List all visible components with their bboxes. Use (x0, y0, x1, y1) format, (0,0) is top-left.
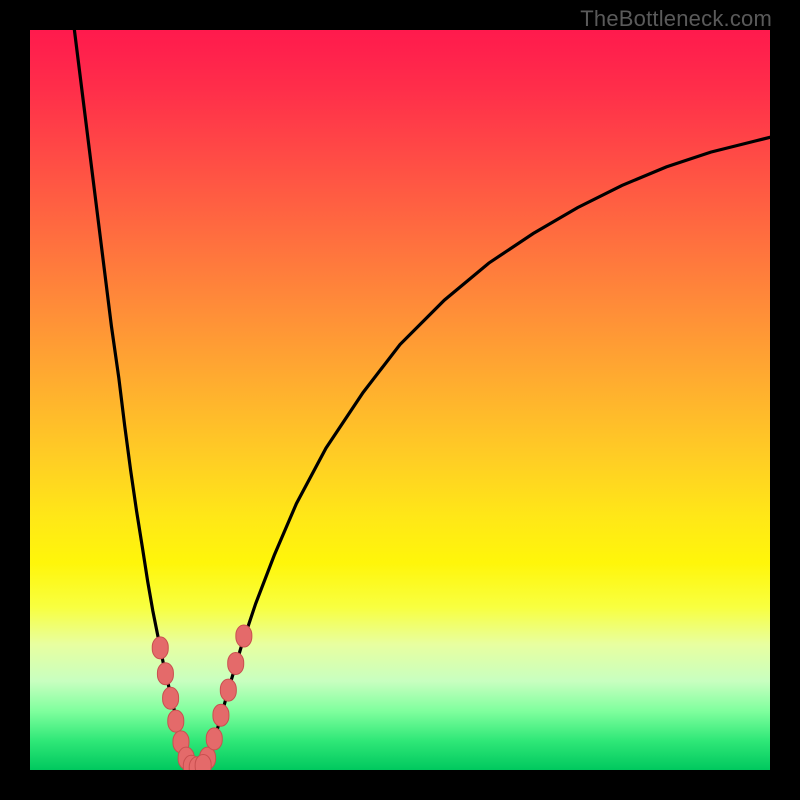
watermark-text: TheBottleneck.com (580, 6, 772, 32)
bead (228, 652, 244, 674)
bead (168, 710, 184, 732)
chart-frame: TheBottleneck.com (0, 0, 800, 800)
bead (157, 663, 173, 685)
bead (220, 679, 236, 701)
bottleneck-curve (74, 30, 770, 768)
chart-svg (30, 30, 770, 770)
bead (206, 728, 222, 750)
bead (213, 704, 229, 726)
bead (152, 637, 168, 659)
bead (163, 687, 179, 709)
plot-area (30, 30, 770, 770)
bead (195, 755, 211, 770)
beads-group (152, 625, 252, 770)
bead (236, 625, 252, 647)
